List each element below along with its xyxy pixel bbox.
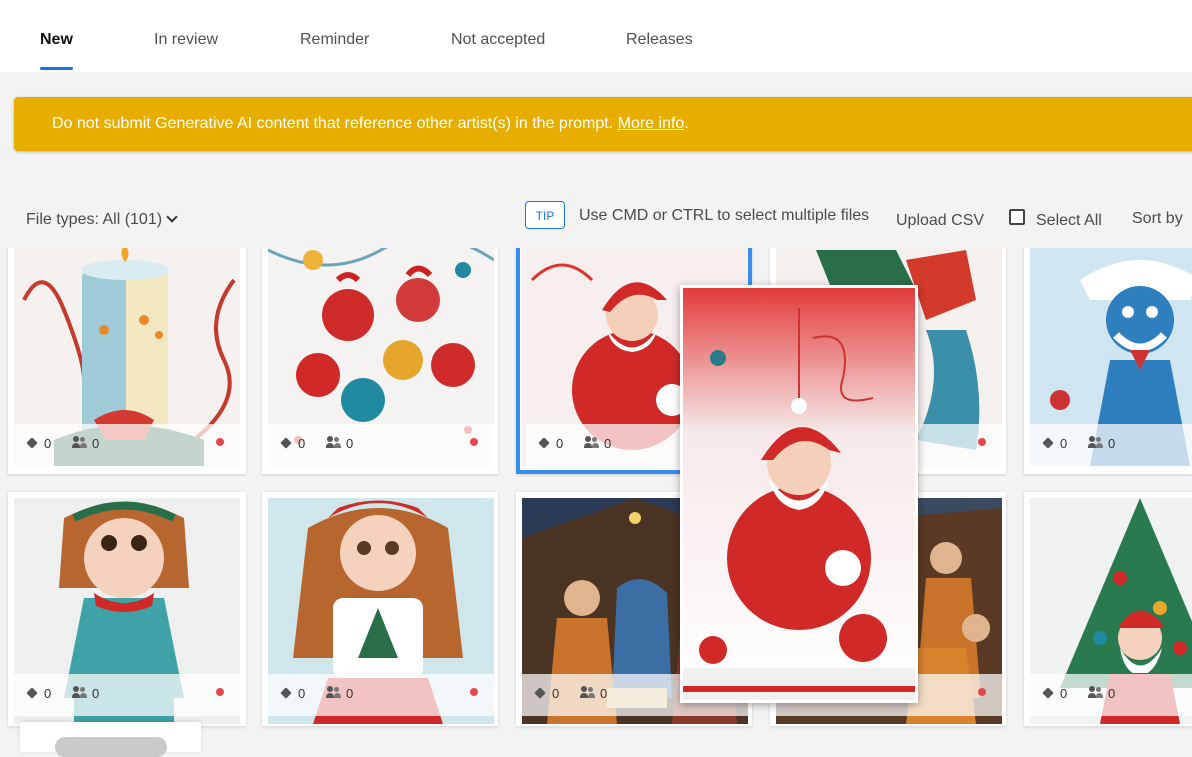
tab-not-accepted[interactable]: Not accepted [451, 31, 545, 49]
banner-period: . [684, 115, 689, 132]
people-icon [584, 436, 600, 450]
tag-icon [1042, 437, 1054, 449]
asset-card[interactable]: 0 0 [8, 248, 246, 474]
file-types-label: File types: All (101) [26, 211, 163, 228]
people-icon [326, 436, 342, 450]
preview-image [683, 288, 915, 700]
keyword-count: 0 [556, 436, 564, 451]
asset-meta: 0 0 [14, 674, 240, 716]
keyword-count: 0 [552, 686, 560, 701]
banner-text: Do not submit Generative AI content that… [52, 115, 614, 132]
keyword-count: 0 [1060, 686, 1068, 701]
people-count: 0 [604, 436, 612, 451]
bottom-action-panel [20, 722, 201, 757]
asset-card[interactable]: 0 0 [1024, 492, 1192, 726]
upload-csv-button[interactable]: Upload CSV [896, 212, 984, 230]
active-tab-indicator [40, 67, 73, 70]
people-count: 0 [1108, 436, 1116, 451]
asset-card[interactable]: 0 0 [262, 492, 498, 726]
status-dot [978, 688, 986, 696]
keyword-count: 0 [298, 686, 306, 701]
asset-meta: 0 0 [268, 674, 494, 716]
status-dot [470, 438, 478, 446]
people-count: 0 [346, 686, 354, 701]
asset-card[interactable]: 0 0 [1024, 248, 1192, 474]
keyword-count: 0 [44, 686, 52, 701]
tag-icon [26, 437, 38, 449]
status-dot [978, 438, 986, 446]
keyword-count: 0 [44, 436, 52, 451]
tab-new[interactable]: New [40, 31, 73, 49]
tag-icon [538, 437, 550, 449]
tab-releases[interactable]: Releases [626, 31, 693, 49]
action-button-placeholder[interactable] [55, 737, 167, 757]
people-count: 0 [600, 686, 608, 701]
asset-meta: 0 0 [1030, 424, 1192, 466]
tag-icon [280, 437, 292, 449]
tag-icon [280, 687, 292, 699]
banner-message: Do not submit Generative AI content that… [52, 115, 689, 133]
status-dot [216, 688, 224, 696]
tag-icon [26, 687, 38, 699]
asset-card[interactable]: 0 0 [8, 492, 246, 726]
tip-badge: TIP [525, 201, 565, 229]
notice-banner: Do not submit Generative AI content that… [14, 97, 1192, 151]
chevron-down-icon [166, 211, 178, 223]
people-icon [1088, 436, 1104, 450]
people-icon [1088, 686, 1104, 700]
sort-by-dropdown[interactable]: Sort by [1132, 210, 1183, 228]
people-icon [72, 436, 88, 450]
keyword-count: 0 [1060, 436, 1068, 451]
select-all-label[interactable]: Select All [1036, 212, 1102, 230]
asset-card[interactable]: 0 0 [262, 248, 498, 474]
asset-meta: 0 0 [1030, 674, 1192, 716]
people-icon [326, 686, 342, 700]
asset-grid: 0 0 0 0 0 0 0 0 0 0 0 0 0 0 0 0 [0, 248, 1192, 745]
status-dot [216, 438, 224, 446]
people-count: 0 [92, 686, 100, 701]
asset-meta: 0 0 [14, 424, 240, 466]
select-all-checkbox[interactable] [1009, 209, 1025, 225]
keyword-count: 0 [298, 436, 306, 451]
people-icon [580, 686, 596, 700]
people-count: 0 [92, 436, 100, 451]
tab-reminder[interactable]: Reminder [300, 31, 369, 49]
tip-text: Use CMD or CTRL to select multiple files [579, 207, 870, 224]
tag-icon [534, 687, 546, 699]
more-info-link[interactable]: More info [618, 115, 685, 132]
people-icon [72, 686, 88, 700]
status-dot [470, 688, 478, 696]
tab-bar: New In review Reminder Not accepted Rele… [0, 0, 1192, 72]
people-count: 0 [1108, 686, 1116, 701]
tab-in-review[interactable]: In review [154, 31, 218, 49]
file-types-dropdown[interactable]: File types: All (101) [26, 211, 178, 229]
people-count: 0 [346, 436, 354, 451]
tag-icon [1042, 687, 1054, 699]
asset-meta: 0 0 [268, 424, 494, 466]
hover-preview [680, 285, 918, 703]
